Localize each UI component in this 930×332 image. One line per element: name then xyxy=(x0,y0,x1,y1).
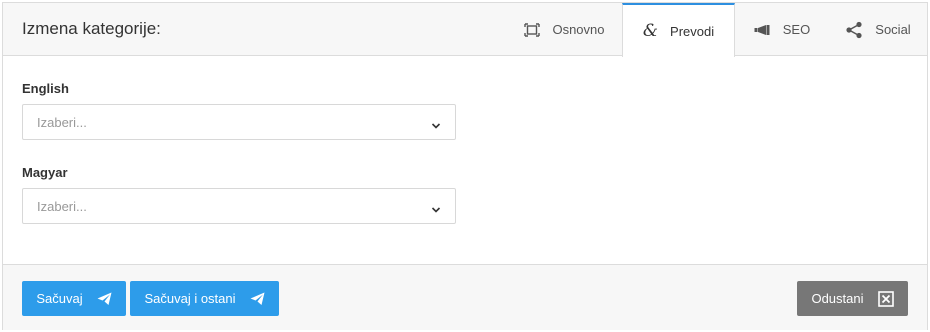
panel-header: Izmena kategorije: Osnovno & Prevodi SEO… xyxy=(3,3,927,57)
magyar-label: Magyar xyxy=(22,165,68,180)
english-select[interactable]: Izaberi... xyxy=(22,104,456,140)
share-icon xyxy=(845,21,863,39)
tab-label: SEO xyxy=(782,22,811,37)
cancel-button[interactable]: Odustani xyxy=(797,281,908,316)
close-box-icon xyxy=(877,290,894,307)
select-placeholder: Izaberi... xyxy=(37,198,87,214)
save-and-stay-label: Sačuvaj i ostani xyxy=(144,291,236,306)
edit-category-panel: Izmena kategorije: Osnovno & Prevodi SEO… xyxy=(2,2,928,330)
frame-icon xyxy=(524,22,541,37)
page-title: Izmena kategorije: xyxy=(22,19,161,38)
save-button[interactable]: Sačuvaj xyxy=(22,281,126,316)
paper-plane-icon xyxy=(250,292,265,306)
cancel-button-label: Odustani xyxy=(811,291,864,306)
tab-label: Osnovno xyxy=(552,22,605,37)
paper-plane-icon xyxy=(97,292,112,306)
select-placeholder: Izaberi... xyxy=(37,114,87,130)
magyar-select[interactable]: Izaberi... xyxy=(22,188,456,224)
tab-label: Social xyxy=(875,22,911,37)
tab-bar: Osnovno & Prevodi SEO Social xyxy=(507,3,927,57)
tab-seo[interactable]: SEO xyxy=(735,3,829,56)
chevron-down-icon xyxy=(431,201,441,219)
tab-label: Prevodi xyxy=(670,23,715,39)
tab-prevodi[interactable]: & Prevodi xyxy=(622,3,735,57)
tab-social[interactable]: Social xyxy=(829,3,927,56)
save-button-label: Sačuvaj xyxy=(36,291,83,306)
tab-osnovno[interactable]: Osnovno xyxy=(507,3,622,56)
chevron-down-icon xyxy=(431,117,441,135)
ampersand-icon: & xyxy=(642,21,659,41)
megaphone-icon xyxy=(754,24,771,36)
panel-footer: Sačuvaj Sačuvaj i ostani Odustani xyxy=(3,264,927,330)
save-and-stay-button[interactable]: Sačuvaj i ostani xyxy=(130,281,279,316)
english-label: English xyxy=(22,81,69,96)
